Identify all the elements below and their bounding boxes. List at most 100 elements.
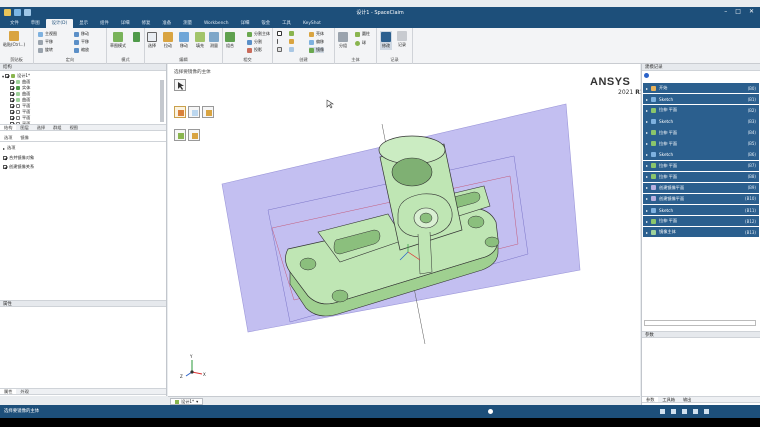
tree-checkbox[interactable]: [5, 74, 9, 78]
menu-tab-tools[interactable]: 工具: [276, 19, 297, 28]
paste-button[interactable]: 粘贴(Ctrl...): [3, 31, 25, 48]
record-button[interactable]: 记录: [397, 31, 407, 48]
sphere-body-button[interactable]: 球: [355, 40, 366, 46]
menu-tab-sketch[interactable]: 草图: [25, 19, 46, 28]
move-button[interactable]: 移动: [179, 32, 189, 49]
menu-tab-repair[interactable]: 修复: [136, 19, 157, 28]
history-filter-input[interactable]: [644, 320, 756, 326]
tree-checkbox[interactable]: [10, 92, 14, 96]
tab-output[interactable]: 输出: [679, 397, 695, 402]
graphics-viewport[interactable]: 选择要镜像的主体 ANSYS 2021 R1 Y X Z: [168, 64, 644, 396]
project-button[interactable]: 投影: [247, 47, 262, 53]
offset-create-button[interactable]: [289, 47, 294, 52]
modify-record-button[interactable]: 修改: [380, 31, 392, 50]
menu-tab-keyshot[interactable]: KeyShot: [297, 19, 327, 28]
history-item[interactable]: ▸ Sketch (B3): [643, 116, 759, 127]
settings-icon[interactable]: [704, 409, 709, 414]
tab-mirror[interactable]: 镜像: [16, 135, 32, 141]
pan-button[interactable]: 平移: [38, 39, 53, 45]
display-icon[interactable]: [693, 409, 698, 414]
tree-checkbox[interactable]: [10, 104, 14, 108]
translate-button[interactable]: 平移: [74, 39, 89, 45]
measure-button[interactable]: 测量: [209, 32, 219, 49]
tab-toolbox[interactable]: 工具箱: [658, 397, 679, 402]
cylinder-create-button[interactable]: [289, 31, 294, 36]
history-item[interactable]: ▸ 拉伸 平面 (B5): [643, 138, 759, 149]
history-item[interactable]: ▸ 创建镜像平面 (B10): [643, 193, 759, 205]
plane-button[interactable]: [277, 31, 282, 36]
tab-appearance[interactable]: 外观: [16, 389, 32, 394]
point-button[interactable]: [277, 47, 282, 52]
minimize-icon[interactable]: –: [724, 8, 727, 15]
shell-button[interactable]: 壳体: [309, 31, 324, 37]
history-item[interactable]: ▸ 拉伸 平面 (B2): [643, 105, 759, 116]
menu-tab-file[interactable]: 文件: [4, 19, 25, 28]
tab-layers[interactable]: 图层: [16, 125, 32, 130]
zoom-button[interactable]: 缩放: [74, 47, 89, 53]
help-icon[interactable]: [644, 73, 649, 78]
close-icon[interactable]: ✕: [749, 8, 754, 15]
menu-tab-detail[interactable]: 详细: [115, 19, 136, 28]
tree-checkbox[interactable]: [10, 98, 14, 102]
combine-button[interactable]: 组合: [225, 32, 235, 49]
tab-selection[interactable]: 选择: [33, 125, 49, 130]
split-body-button[interactable]: 分割主体: [247, 31, 270, 37]
offset-button[interactable]: 偏移: [309, 39, 324, 45]
info-icon[interactable]: [488, 409, 493, 414]
tab-groups[interactable]: 群组: [49, 125, 65, 130]
parameters-header: 参数: [642, 331, 760, 338]
history-item[interactable]: ▸ 开始 (B0): [643, 83, 759, 94]
history-item[interactable]: ▸ 创建镜像平面 (B9): [643, 182, 759, 194]
history-item[interactable]: ▸ Sketch (B11): [643, 204, 759, 216]
mirror-button[interactable]: 镜像: [309, 47, 324, 53]
split-button[interactable]: 分割: [247, 39, 262, 45]
snap-icon[interactable]: [682, 409, 687, 414]
shell-create-button[interactable]: [289, 39, 294, 44]
option-checkbox[interactable]: [3, 165, 7, 169]
option-create-relation[interactable]: 创建镜像关系: [3, 164, 34, 170]
menu-tab-detail-2[interactable]: 详细: [235, 19, 256, 28]
tab-structure[interactable]: 结构: [0, 125, 17, 130]
document-tab[interactable]: 设计1* ▾: [170, 398, 204, 405]
tab-properties[interactable]: 属性: [0, 389, 17, 394]
cylinder-body-button[interactable]: 圆柱: [355, 31, 370, 37]
tree-checkbox[interactable]: [10, 110, 14, 114]
group-body-button[interactable]: 分组: [338, 32, 348, 49]
tab-options[interactable]: 选项: [0, 135, 17, 141]
menu-tab-display[interactable]: 显示: [73, 19, 94, 28]
history-item[interactable]: ▸ Sketch (B1): [643, 94, 759, 105]
option-merge-mirror[interactable]: 合并镜像对象: [3, 155, 34, 161]
tree-scrollbar[interactable]: [160, 80, 164, 122]
option-checkbox[interactable]: [3, 156, 7, 160]
maximize-icon[interactable]: □: [735, 8, 741, 15]
fill-button[interactable]: 填充: [195, 32, 205, 49]
tab-parameters[interactable]: 参数: [642, 397, 659, 402]
menu-tab-workbench[interactable]: Workbench: [198, 19, 235, 28]
menu-tab-assembly[interactable]: 组件: [94, 19, 115, 28]
home-view-button[interactable]: 主视图: [38, 31, 57, 37]
sketch-mode-button[interactable]: 草图模式: [110, 32, 126, 49]
menu-tab-design[interactable]: 设计(D): [45, 19, 74, 28]
tree-checkbox[interactable]: [10, 80, 14, 84]
select-filter-icon[interactable]: [660, 409, 665, 414]
menu-tab-sheetmetal[interactable]: 钣金: [255, 19, 276, 28]
history-item[interactable]: ▸ 拉伸 平面 (B8): [643, 171, 759, 183]
history-item[interactable]: ▸ 镜像主体 (B13): [643, 227, 759, 238]
pull-button[interactable]: 拉动: [163, 32, 173, 49]
history-item[interactable]: ▸ Sketch (B6): [643, 149, 759, 160]
history-item[interactable]: ▸ 拉伸 平面 (B7): [643, 160, 759, 171]
tree-checkbox[interactable]: [10, 116, 14, 120]
axis-button[interactable]: [277, 39, 278, 44]
history-item[interactable]: ▸ 拉伸 平面 (B4): [643, 127, 759, 138]
history-item[interactable]: ▸ 拉伸 平面 (B12): [643, 215, 759, 227]
tree-checkbox[interactable]: [10, 86, 14, 90]
tab-close-icon[interactable]: ▾: [196, 399, 198, 405]
menu-tab-prepare[interactable]: 准备: [156, 19, 177, 28]
menu-tab-measure[interactable]: 测量: [177, 19, 198, 28]
move-view-button[interactable]: 移动: [74, 31, 89, 37]
view-icon[interactable]: [671, 409, 676, 414]
select-button[interactable]: 选择: [147, 32, 157, 49]
tab-views[interactable]: 视图: [66, 125, 82, 130]
section-mode-button[interactable]: [133, 32, 140, 43]
rotate-button[interactable]: 旋转: [38, 47, 53, 53]
